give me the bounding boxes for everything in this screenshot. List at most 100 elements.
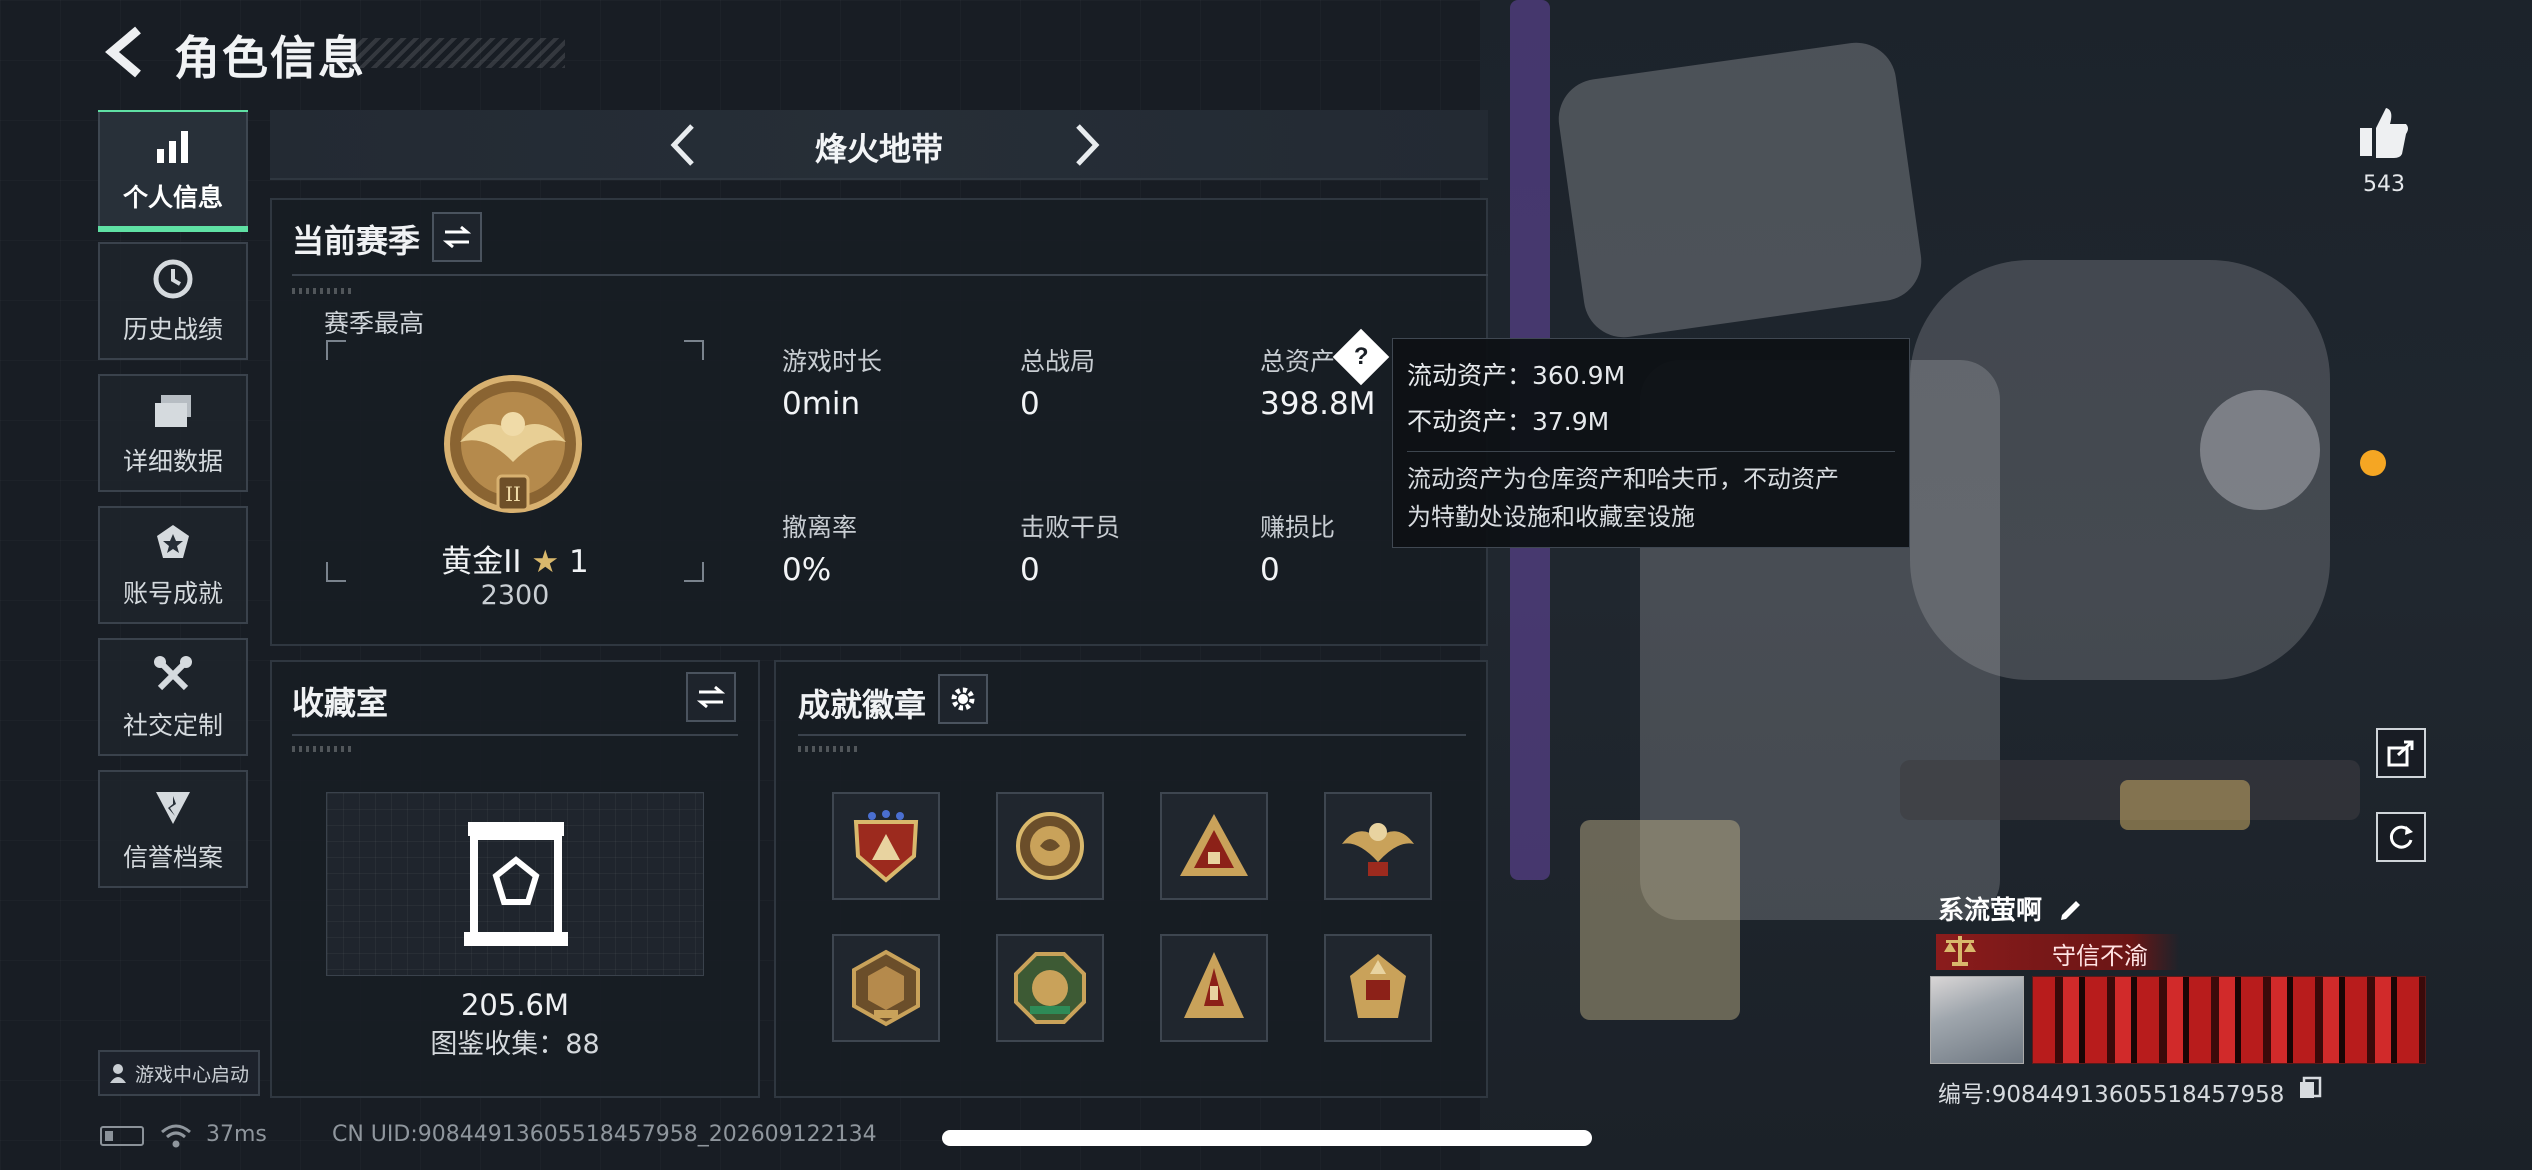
user-icon <box>109 1064 126 1083</box>
stat-value-profit-ratio: 0 <box>1260 552 1280 588</box>
achievement-badge[interactable] <box>996 934 1104 1042</box>
avatar[interactable] <box>1930 976 2024 1064</box>
like-count: 543 <box>2363 172 2405 197</box>
tooltip-divider <box>1407 451 1895 452</box>
player-name: 系流萤啊 <box>1938 896 2043 926</box>
collection-switch-button[interactable] <box>686 672 736 722</box>
tools-icon <box>150 652 196 698</box>
achievement-badge[interactable] <box>1324 792 1432 900</box>
honor-title: 守信不渝 <box>2052 942 2148 970</box>
achievement-badge[interactable] <box>832 792 940 900</box>
home-indicator[interactable] <box>942 1130 1592 1146</box>
coin-badge-icon <box>1016 812 1084 880</box>
game-center-launch-button[interactable]: 游戏中心启动 <box>98 1050 260 1096</box>
octagon-badge-icon <box>1014 952 1086 1024</box>
collection-title: 收藏室 <box>292 684 389 722</box>
sidebar-item-credit[interactable]: 信誉档案 <box>98 770 248 888</box>
rank-name-row: 黄金II ★ 1 <box>370 536 660 581</box>
title-decoration <box>350 38 565 68</box>
stat-value-assets: 398.8M <box>1260 386 1376 422</box>
rank-name: 黄金II <box>441 544 522 580</box>
sidebar-item-history[interactable]: 历史战绩 <box>98 242 248 360</box>
stat-label-profit-ratio: 赚损比 <box>1260 513 1336 542</box>
wifi-icon <box>160 1122 192 1150</box>
tooltip-liquid: 流动资产：360.9M <box>1407 361 1626 390</box>
sidebar-item-label: 历史战绩 <box>122 315 223 344</box>
scales-icon <box>1940 930 1980 970</box>
sidebar-item-label: 个人信息 <box>122 183 223 212</box>
season-title: 当前赛季 <box>292 222 421 260</box>
sidebar-item-achievements[interactable]: 账号成就 <box>98 506 248 624</box>
sidebar: 个人信息 历史战绩 详细数据 账号成就 社交定制 信誉档案 <box>98 110 248 902</box>
swap-icon <box>696 685 726 709</box>
edit-name-button[interactable] <box>2056 893 2086 923</box>
achievement-star-icon <box>150 520 196 566</box>
help-glyph: ? <box>1353 342 1369 370</box>
uid-readout: CN UID:9084491360551845795​8_20260912213… <box>332 1122 877 1147</box>
share-button[interactable] <box>2376 728 2426 778</box>
rank-medal-icon: II <box>440 372 586 522</box>
collection-count: 图鉴收集：88 <box>430 1029 600 1060</box>
stat-value-matches: 0 <box>1020 386 1040 422</box>
chevron-right-icon <box>1076 124 1100 166</box>
achievement-badge[interactable] <box>832 934 940 1042</box>
stat-label-matches: 总战局 <box>1020 347 1096 376</box>
thumbs-up-icon[interactable] <box>2356 104 2412 160</box>
stat-label-playtime: 游戏时长 <box>782 347 883 376</box>
stat-label-kills: 击败干员 <box>1020 513 1121 542</box>
achievement-badge[interactable] <box>1324 934 1432 1042</box>
battery-icon <box>100 1126 144 1146</box>
share-icon <box>2387 740 2414 767</box>
folders-icon <box>150 388 196 434</box>
tick-decoration <box>798 746 858 752</box>
mode-label: 烽火地带 <box>814 130 943 168</box>
shield-badge-icon <box>853 810 919 883</box>
mode-next-button[interactable] <box>1060 120 1110 170</box>
display-case-icon <box>462 820 570 948</box>
achievement-badge[interactable] <box>1160 792 1268 900</box>
tooltip-fixed: 不动资产：37.9M <box>1407 407 1610 436</box>
gear-icon <box>951 687 975 711</box>
sidebar-item-label: 详细数据 <box>122 447 223 476</box>
sidebar-item-label: 账号成就 <box>122 579 223 608</box>
divider <box>798 734 1466 736</box>
achievement-badge[interactable] <box>996 792 1104 900</box>
name-card-banner <box>2032 976 2426 1064</box>
launch-label: 游戏中心启动 <box>134 1063 249 1086</box>
stat-value-kills: 0 <box>1020 552 1040 588</box>
hexagon-badge-icon <box>852 949 920 1027</box>
refresh-icon <box>2389 825 2413 849</box>
pyramid-badge-icon <box>1180 814 1248 876</box>
tooltip-desc-line2: 为特勤处设施和收藏室设施 <box>1407 503 1695 531</box>
eagle-badge-icon <box>1342 823 1414 876</box>
star-icon: ★ <box>531 544 560 580</box>
tick-decoration <box>292 288 352 294</box>
achievements-settings-button[interactable] <box>938 674 988 724</box>
chevron-left-icon <box>105 26 141 78</box>
copy-icon[interactable] <box>2298 1076 2322 1100</box>
divider <box>292 274 1488 276</box>
tooltip-desc-line1: 流动资产为仓库资产和哈夫币，不动资产 <box>1407 465 1839 493</box>
sidebar-item-details[interactable]: 详细数据 <box>98 374 248 492</box>
mode-switch-bar: 烽火地带 <box>270 110 1488 180</box>
sidebar-item-social[interactable]: 社交定制 <box>98 638 248 756</box>
season-switch-button[interactable] <box>432 212 482 262</box>
page-title: 角色信息 <box>174 31 366 85</box>
assets-tooltip: 流动资产：360.9M 不动资产：37.9M 流动资产为仓库资产和哈夫币，不动资… <box>1392 338 1910 548</box>
pencil-icon <box>2061 901 2080 920</box>
sidebar-item-personal-info[interactable]: 个人信息 <box>98 110 248 232</box>
sidebar-item-label: 社交定制 <box>122 711 223 740</box>
crest-badge-icon <box>1350 954 1406 1018</box>
refresh-button[interactable] <box>2376 812 2426 862</box>
player-id: 编号:9084491360551845795​8 <box>1938 1082 2285 1108</box>
stat-label-assets: 总资产 <box>1260 347 1336 376</box>
achievement-badge[interactable] <box>1160 934 1268 1042</box>
back-button[interactable] <box>100 24 150 80</box>
credit-shield-icon <box>150 784 196 830</box>
achievements-title: 成就徽章 <box>798 686 927 724</box>
sidebar-item-label: 信誉档案 <box>122 843 223 872</box>
clock-icon <box>150 256 196 302</box>
swap-icon <box>442 225 472 249</box>
stat-value-playtime: 0min <box>782 386 861 422</box>
rank-stars: 1 <box>569 544 589 580</box>
